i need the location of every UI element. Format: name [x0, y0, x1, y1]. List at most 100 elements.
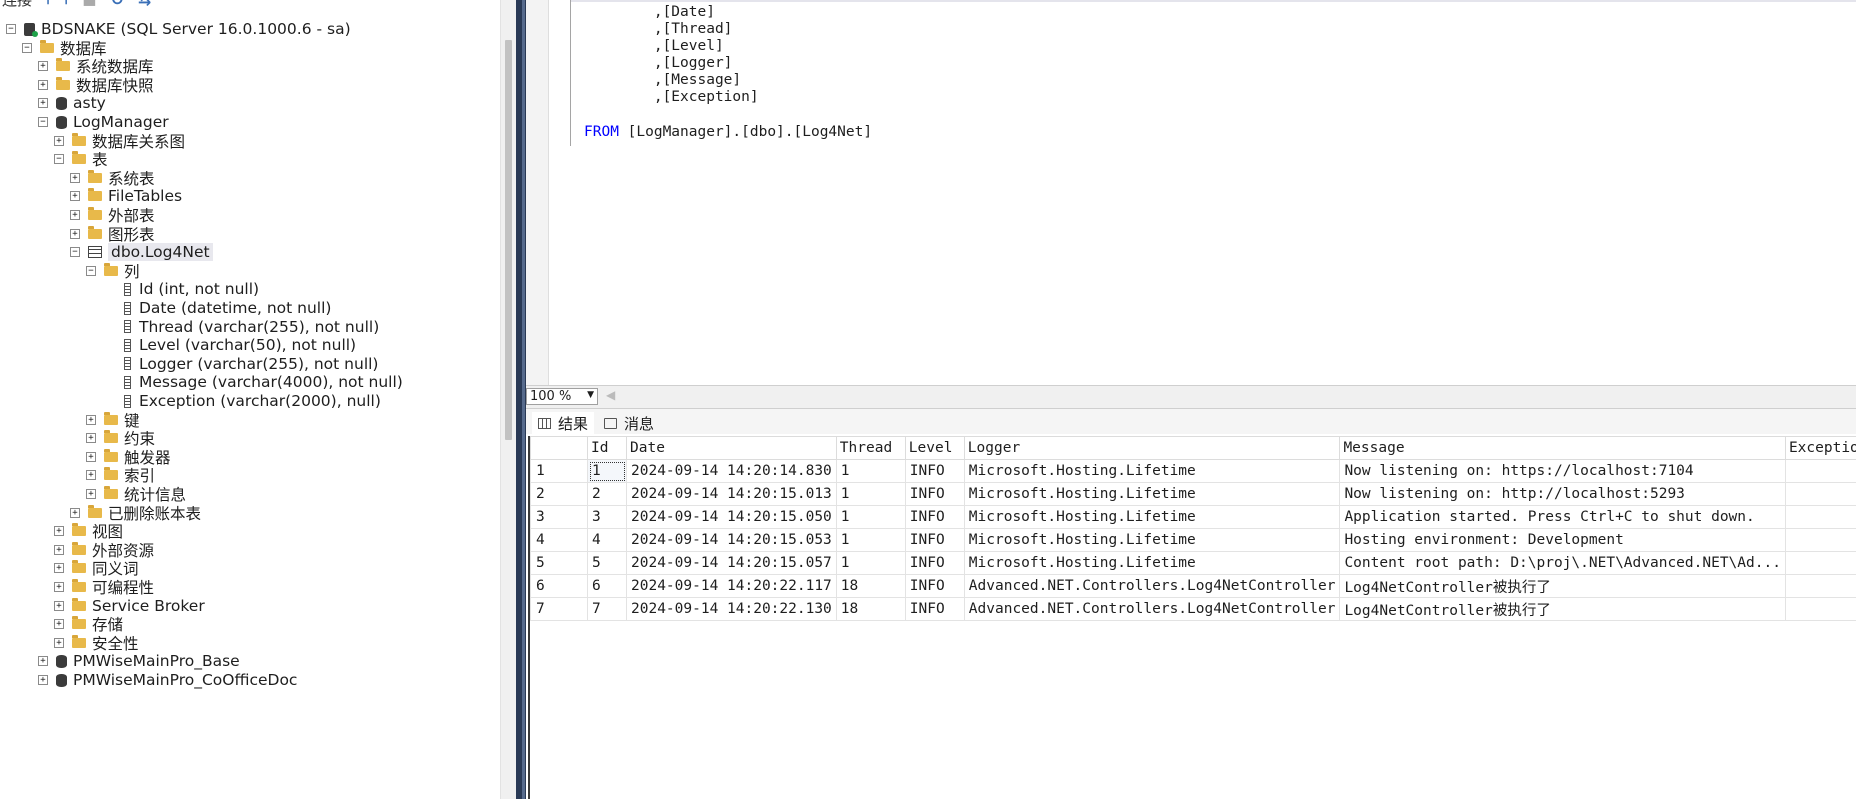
table-cell[interactable] — [1784, 551, 1856, 575]
zoom-select[interactable]: 100 % ▼ — [526, 388, 598, 405]
refresh-icon[interactable]: ↻ — [110, 0, 123, 9]
table-cell[interactable]: 1 — [835, 459, 906, 483]
row-number[interactable]: 1 — [530, 459, 588, 483]
collapse-icon[interactable]: − — [6, 24, 16, 34]
table-cell[interactable]: INFO — [904, 528, 965, 552]
table-row[interactable]: 6 6 2024-09-14 14:20:22.117 18 INFO Advanced.… — [530, 574, 1856, 598]
table-cell[interactable]: 2024-09-14 14:20:14.830 — [626, 459, 837, 483]
table-cell[interactable]: INFO — [904, 574, 965, 598]
table-cell[interactable]: 5 — [587, 551, 627, 575]
table-cell[interactable]: INFO — [904, 459, 965, 483]
expand-icon[interactable]: + — [70, 172, 80, 183]
table-cell[interactable]: Microsoft.Hosting.Lifetime — [963, 505, 1341, 529]
expand-icon[interactable]: + — [54, 600, 64, 611]
expand-icon[interactable]: + — [70, 191, 80, 202]
table-cell[interactable] — [1784, 505, 1856, 529]
table-row[interactable]: 7 7 2024-09-14 14:20:22.130 18 INFO Advanced.… — [530, 597, 1856, 621]
table-cell[interactable]: Now listening on: https://localhost:7104 — [1339, 459, 1786, 483]
table-cell[interactable]: 3 — [587, 505, 627, 529]
collapse-icon[interactable]: − — [38, 117, 48, 127]
table-cell[interactable]: INFO — [904, 505, 965, 529]
table-cell[interactable]: Advanced.NET.Controllers.Log4NetControll… — [963, 597, 1341, 621]
connect-icon[interactable]: ⍿ — [46, 0, 50, 9]
table-cell[interactable]: 1 — [587, 459, 627, 483]
table-cell[interactable]: Microsoft.Hosting.Lifetime — [963, 482, 1341, 506]
results-tab[interactable]: 结果 — [532, 412, 595, 434]
expand-icon[interactable]: + — [54, 619, 64, 630]
expand-icon[interactable]: + — [54, 637, 64, 648]
table-cell[interactable]: 4 — [587, 528, 627, 552]
table-cell[interactable]: Microsoft.Hosting.Lifetime — [963, 459, 1341, 483]
table-cell[interactable]: INFO — [904, 597, 965, 621]
expand-icon[interactable]: + — [70, 228, 80, 239]
table-cell[interactable]: 2 — [587, 482, 627, 506]
expand-icon[interactable]: + — [54, 544, 64, 555]
tree-node[interactable]: Exception (varchar(2000), null) — [102, 390, 381, 412]
expand-icon[interactable]: + — [54, 563, 64, 574]
explorer-scrollbar[interactable] — [500, 0, 516, 799]
column-header[interactable]: Logger — [963, 436, 1341, 460]
table-cell[interactable]: 2024-09-14 14:20:15.050 — [626, 505, 837, 529]
table-cell[interactable]: 2024-09-14 14:20:22.130 — [626, 597, 837, 621]
table-cell[interactable]: Log4NetController被执行了 — [1339, 597, 1786, 621]
table-cell[interactable]: INFO — [904, 482, 965, 506]
expand-icon[interactable]: + — [38, 79, 48, 90]
expand-icon[interactable]: + — [38, 98, 48, 109]
column-header[interactable]: Level — [904, 436, 965, 460]
tree-node[interactable]: + PMWiseMainPro_CoOfficeDoc — [38, 669, 297, 691]
column-header[interactable]: Date — [626, 436, 837, 460]
activity-monitor-icon[interactable]: ⇆ — [138, 0, 151, 9]
table-row[interactable]: 3 3 2024-09-14 14:20:15.050 1 INFO Microsoft.… — [530, 505, 1856, 529]
results-tab[interactable]: 消息 — [598, 412, 660, 434]
collapse-icon[interactable]: − — [70, 247, 80, 258]
table-cell[interactable]: Now listening on: http://localhost:5293 — [1339, 482, 1786, 506]
column-header[interactable]: Message — [1339, 436, 1786, 460]
table-row[interactable]: 4 4 2024-09-14 14:20:15.053 1 INFO Microsoft.… — [530, 528, 1856, 552]
table-cell[interactable]: 2024-09-14 14:20:15.053 — [626, 528, 837, 552]
expand-icon[interactable]: + — [54, 135, 64, 146]
table-cell[interactable]: INFO — [904, 551, 965, 575]
table-cell[interactable] — [1784, 459, 1856, 483]
table-cell[interactable] — [1784, 574, 1856, 598]
table-cell[interactable]: Advanced.NET.Controllers.Log4NetControll… — [963, 574, 1341, 598]
collapse-icon[interactable]: − — [54, 154, 64, 165]
expand-icon[interactable]: + — [38, 61, 48, 72]
expand-icon[interactable]: + — [70, 210, 80, 220]
table-cell[interactable] — [1784, 528, 1856, 552]
expand-icon[interactable]: + — [70, 507, 80, 518]
column-header[interactable]: Exception — [1784, 436, 1856, 460]
explorer-scrollbar-thumb[interactable] — [505, 40, 512, 440]
table-cell[interactable] — [1784, 482, 1856, 506]
table-cell[interactable]: 6 — [587, 574, 627, 598]
expand-icon[interactable]: + — [54, 582, 64, 592]
table-cell[interactable]: Hosting environment: Development — [1339, 528, 1786, 552]
table-cell[interactable]: 1 — [835, 528, 906, 552]
table-cell[interactable]: 7 — [587, 597, 627, 621]
stop-icon[interactable]: ■ — [82, 0, 96, 8]
row-number[interactable]: 5 — [530, 551, 588, 575]
row-number[interactable]: 2 — [530, 482, 588, 506]
query-editor[interactable]: ,[Date] ,[Thread] ,[Level] ,[Logger] ,[M… — [526, 0, 1856, 385]
expand-icon[interactable]: + — [38, 656, 48, 667]
expand-icon[interactable]: + — [38, 675, 48, 685]
collapse-icon[interactable]: − — [22, 42, 32, 53]
table-row[interactable]: 5 5 2024-09-14 14:20:15.057 1 INFO Microsoft.… — [530, 551, 1856, 575]
row-number[interactable]: 4 — [530, 528, 588, 552]
table-row[interactable]: 1 1 2024-09-14 14:20:14.830 1 INFO Microsoft.… — [530, 459, 1856, 483]
row-number[interactable]: 3 — [530, 505, 588, 529]
table-cell[interactable]: Application started. Press Ctrl+C to shu… — [1339, 505, 1786, 529]
expand-icon[interactable]: + — [54, 526, 64, 537]
expand-icon[interactable]: + — [86, 470, 96, 481]
column-header[interactable]: Thread — [835, 436, 906, 460]
expand-icon[interactable]: + — [86, 451, 96, 462]
grid-corner-header[interactable] — [530, 436, 588, 460]
scroll-left-icon[interactable]: ◀ — [606, 388, 615, 402]
table-cell[interactable]: 18 — [835, 597, 906, 621]
collapse-icon[interactable]: − — [86, 265, 96, 276]
expand-icon[interactable]: + — [86, 433, 96, 444]
panel-splitter[interactable] — [516, 0, 526, 799]
table-cell[interactable]: Microsoft.Hosting.Lifetime — [963, 551, 1341, 575]
column-header[interactable]: Id — [587, 436, 627, 460]
results-grid[interactable]: IdDateThreadLevelLoggerMessageException … — [528, 436, 1856, 799]
table-cell[interactable]: 2024-09-14 14:20:15.013 — [626, 482, 837, 506]
